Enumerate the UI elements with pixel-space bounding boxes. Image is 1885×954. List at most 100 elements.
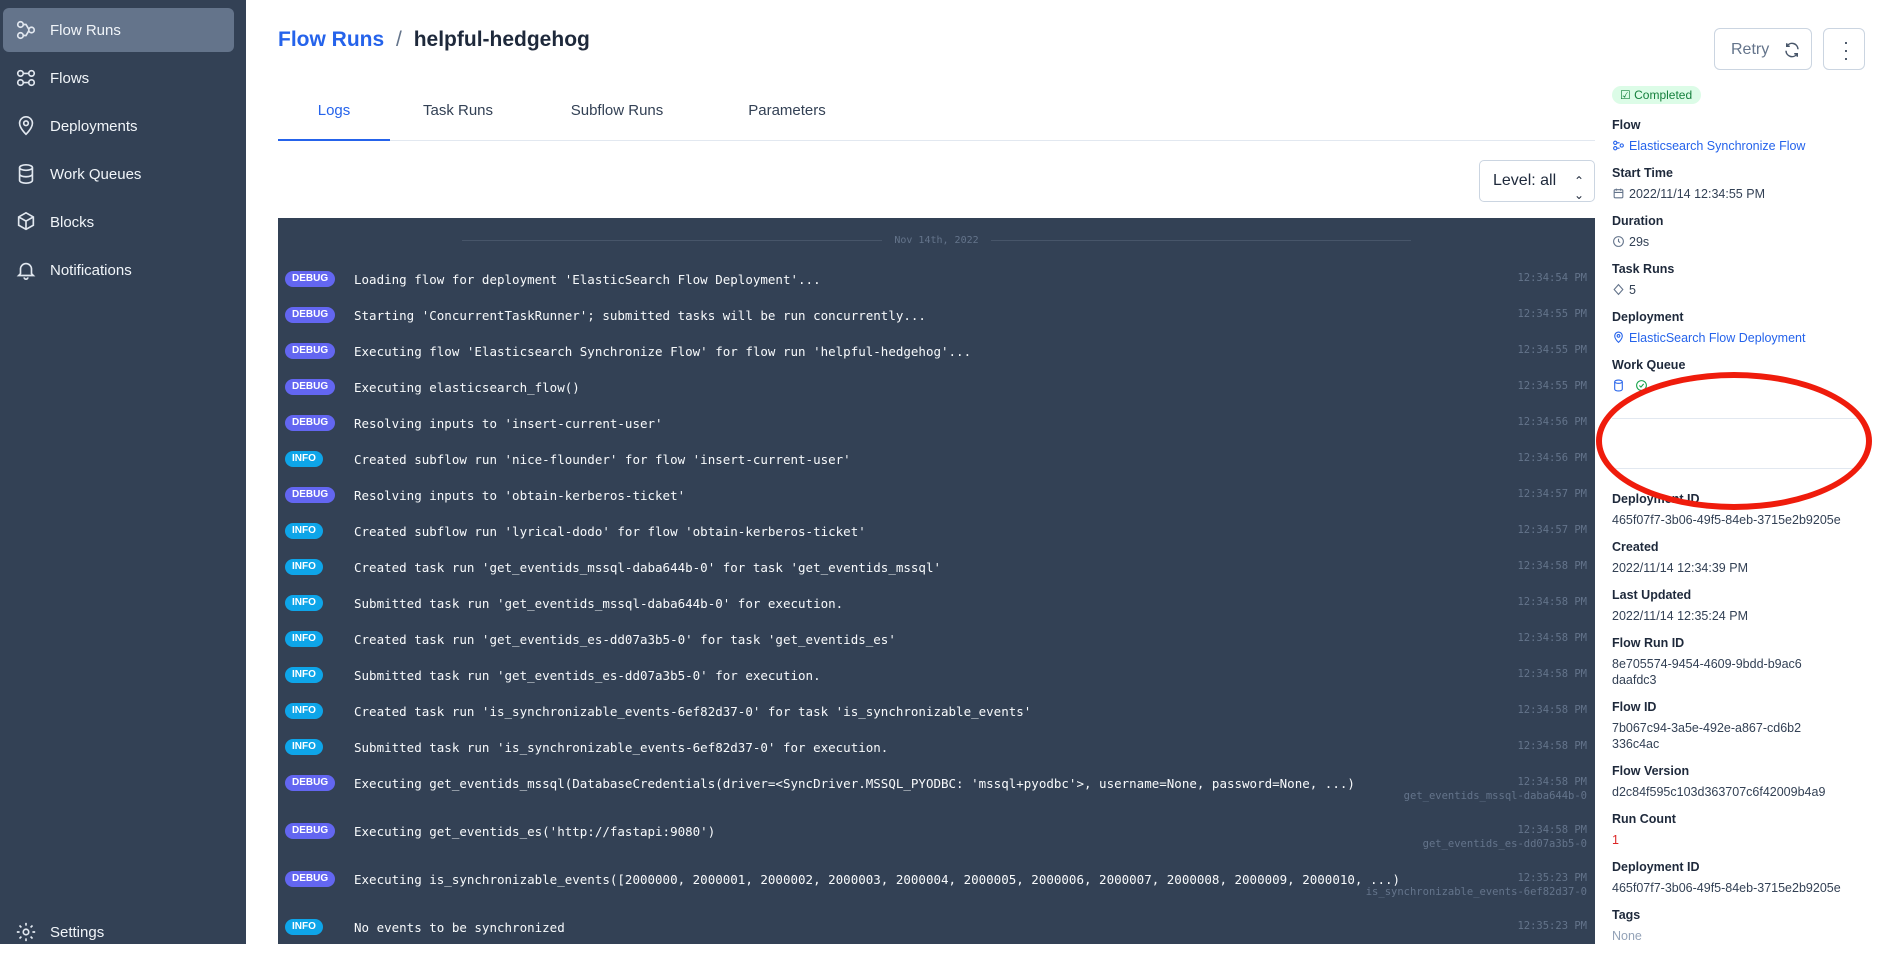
flows-icon [16, 69, 36, 87]
map-pin-icon [18, 116, 34, 136]
level-select[interactable]: Level: all ⌃ ⌄ [1479, 160, 1595, 202]
log-row: INFO Submitted task run 'get_eventids_es-… [278, 667, 1595, 700]
log-level-badge: INFO [285, 631, 323, 647]
log-timestamp: 12:34:58 PM [1517, 740, 1587, 752]
sidebar-item-blocks[interactable]: Blocks [3, 200, 234, 244]
tab-bar: Logs Task Runs Subflow Runs Parameters [278, 95, 1595, 141]
breadcrumb-flow-runs-link[interactable]: Flow Runs [278, 28, 384, 51]
last-updated-label: Last Updated [1612, 588, 1692, 602]
status-badge: ☑ Completed [1612, 86, 1702, 104]
diamond-icon [1613, 283, 1624, 296]
log-timestamp: 12:34:58 PM [1517, 596, 1587, 608]
log-message: Executing get_eventids_mssql(DatabaseCre… [354, 776, 1355, 791]
log-timestamp: 12:35:23 PM [1517, 872, 1587, 884]
flow-id-label: Flow ID [1612, 700, 1657, 714]
log-timestamp: 12:34:58 PM [1517, 560, 1587, 572]
page-title: helpful-hedgehog [413, 28, 590, 51]
sidebar-item-notifications[interactable]: Notifications [3, 248, 234, 292]
bell-icon [16, 262, 36, 280]
log-message: Created subflow run 'nice-flounder' for … [354, 452, 851, 467]
log-row: INFO Created task run 'get_eventids_mssql… [278, 559, 1595, 592]
tab-task-runs[interactable]: Task Runs [390, 95, 526, 141]
log-row: INFO No events to be synchronized 12:35:23… [278, 919, 1595, 944]
run-count-value: 1 [1612, 833, 1619, 847]
sidebar-item-label: Flow Runs [50, 21, 121, 39]
flow-id-value: 7b067c94-3a5e-492e-a867-cd6b2336c4ac [1612, 721, 1802, 751]
gear-icon [16, 922, 36, 942]
task-runs-label: Task Runs [1612, 262, 1675, 276]
log-task-name[interactable]: get_eventids_mssql-daba644b-0 [1404, 790, 1587, 802]
log-level-badge: INFO [285, 739, 323, 755]
tags-value: None [1612, 929, 1642, 943]
sidebar-item-settings[interactable]: Settings [3, 910, 234, 954]
sidebar-item-flows[interactable]: Flows [3, 56, 234, 100]
log-level-badge: DEBUG [285, 379, 336, 395]
tab-subflow-runs[interactable]: Subflow Runs [526, 95, 708, 141]
tags-label: Tags [1612, 908, 1641, 922]
cube-icon [17, 211, 35, 231]
log-level-badge: INFO [285, 667, 323, 683]
deployment-name: ElasticSearch Flow Deployment [1629, 331, 1806, 345]
flow-run-id-label: Flow Run ID [1612, 636, 1685, 650]
tab-parameters[interactable]: Parameters [708, 95, 866, 141]
duration-value: 29s [1612, 234, 1872, 250]
log-row: DEBUG Executing flow 'Elasticsearch Synch… [278, 343, 1595, 376]
log-message: No events to be synchronized [354, 920, 565, 935]
sidebar-item-label: Deployments [50, 117, 138, 135]
log-level-badge: INFO [285, 523, 323, 539]
log-level-badge: INFO [285, 919, 323, 935]
task-runs-text: 5 [1629, 283, 1636, 297]
more-menu-button[interactable]: · · · [1823, 28, 1865, 70]
breadcrumb: Flow Runs / helpful-hedgehog [278, 28, 590, 52]
log-row: DEBUG Executing get_eventids_mssql(Databa… [278, 775, 1595, 808]
sidebar-item-work-queues[interactable]: Work Queues [3, 152, 234, 196]
task-runs-value: 5 [1612, 282, 1872, 298]
log-row: INFO Submitted task run 'is_synchronizabl… [278, 739, 1595, 772]
log-level-badge: DEBUG [285, 415, 336, 431]
check-square-icon: ☑ [1620, 88, 1631, 102]
tab-logs[interactable]: Logs [278, 95, 390, 141]
sidebar-item-flow-runs[interactable]: Flow Runs [3, 8, 234, 52]
sidebar-item-deployments[interactable]: Deployments [3, 104, 234, 148]
log-message: Resolving inputs to 'insert-current-user… [354, 416, 663, 431]
log-row: INFO Created task run 'get_eventids_es-dd… [278, 631, 1595, 664]
log-row: INFO Created subflow run 'lyrical-dodo' f… [278, 523, 1595, 556]
log-level-badge: INFO [285, 595, 323, 611]
log-timestamp: 12:34:57 PM [1517, 524, 1587, 536]
duration-label: Duration [1612, 214, 1664, 228]
duration-text: 29s [1629, 235, 1650, 249]
flow-link[interactable]: Elasticsearch Synchronize Flow [1612, 138, 1872, 154]
log-task-name[interactable]: get_eventids_es-dd07a3b5-0 [1423, 838, 1587, 850]
log-timestamp: 12:34:55 PM [1517, 308, 1587, 320]
log-level-badge: DEBUG [285, 775, 336, 791]
log-row: INFO Created subflow run 'nice-flounder' … [278, 451, 1595, 484]
annotation-ellipse [1596, 372, 1872, 510]
log-row: INFO Created task run 'is_synchronizable_… [278, 703, 1595, 736]
log-timestamp: 12:34:56 PM [1517, 416, 1587, 428]
flow-run-id-value: 8e705574-9454-4609-9bdd-b9ac6daafdc3 [1612, 657, 1802, 687]
log-timestamp: 12:34:58 PM [1517, 668, 1587, 680]
deployment-id-value: 465f07f7-3b06-49f5-84eb-3715e2b9205e [1612, 513, 1841, 527]
retry-button[interactable]: Retry [1714, 28, 1812, 70]
sidebar-item-label: Flows [50, 69, 90, 87]
log-level-badge: DEBUG [285, 343, 336, 359]
log-timestamp: 12:35:23 PM [1517, 920, 1587, 932]
database-icon [1614, 379, 1623, 392]
log-task-name[interactable]: is_synchronizable_events-6ef82d37-0 [1366, 886, 1587, 898]
log-level-badge: INFO [285, 451, 323, 467]
deployment-link[interactable]: ElasticSearch Flow Deployment [1612, 330, 1872, 346]
log-message: Created task run 'get_eventids_mssql-dab… [354, 560, 941, 575]
log-level-badge: INFO [285, 703, 323, 719]
database-icon [18, 164, 34, 184]
log-message: Executing get_eventids_es('http://fastap… [354, 824, 716, 839]
created-value: 2022/11/14 12:34:39 PM [1612, 561, 1748, 575]
calendar-icon [1613, 188, 1624, 199]
flow-name: Elasticsearch Synchronize Flow [1629, 139, 1806, 153]
flow-label: Flow [1612, 118, 1641, 132]
flow-version-label: Flow Version [1612, 764, 1690, 778]
deployment-label: Deployment [1612, 310, 1684, 324]
log-message: Created task run 'is_synchronizable_even… [354, 704, 1032, 719]
sidebar-item-label: Blocks [50, 213, 95, 231]
log-panel[interactable]: Nov 14th, 2022 DEBUG Loading flow for dep… [278, 218, 1595, 944]
log-row: DEBUG Executing elasticsearch_flow() 12:34… [278, 379, 1595, 412]
